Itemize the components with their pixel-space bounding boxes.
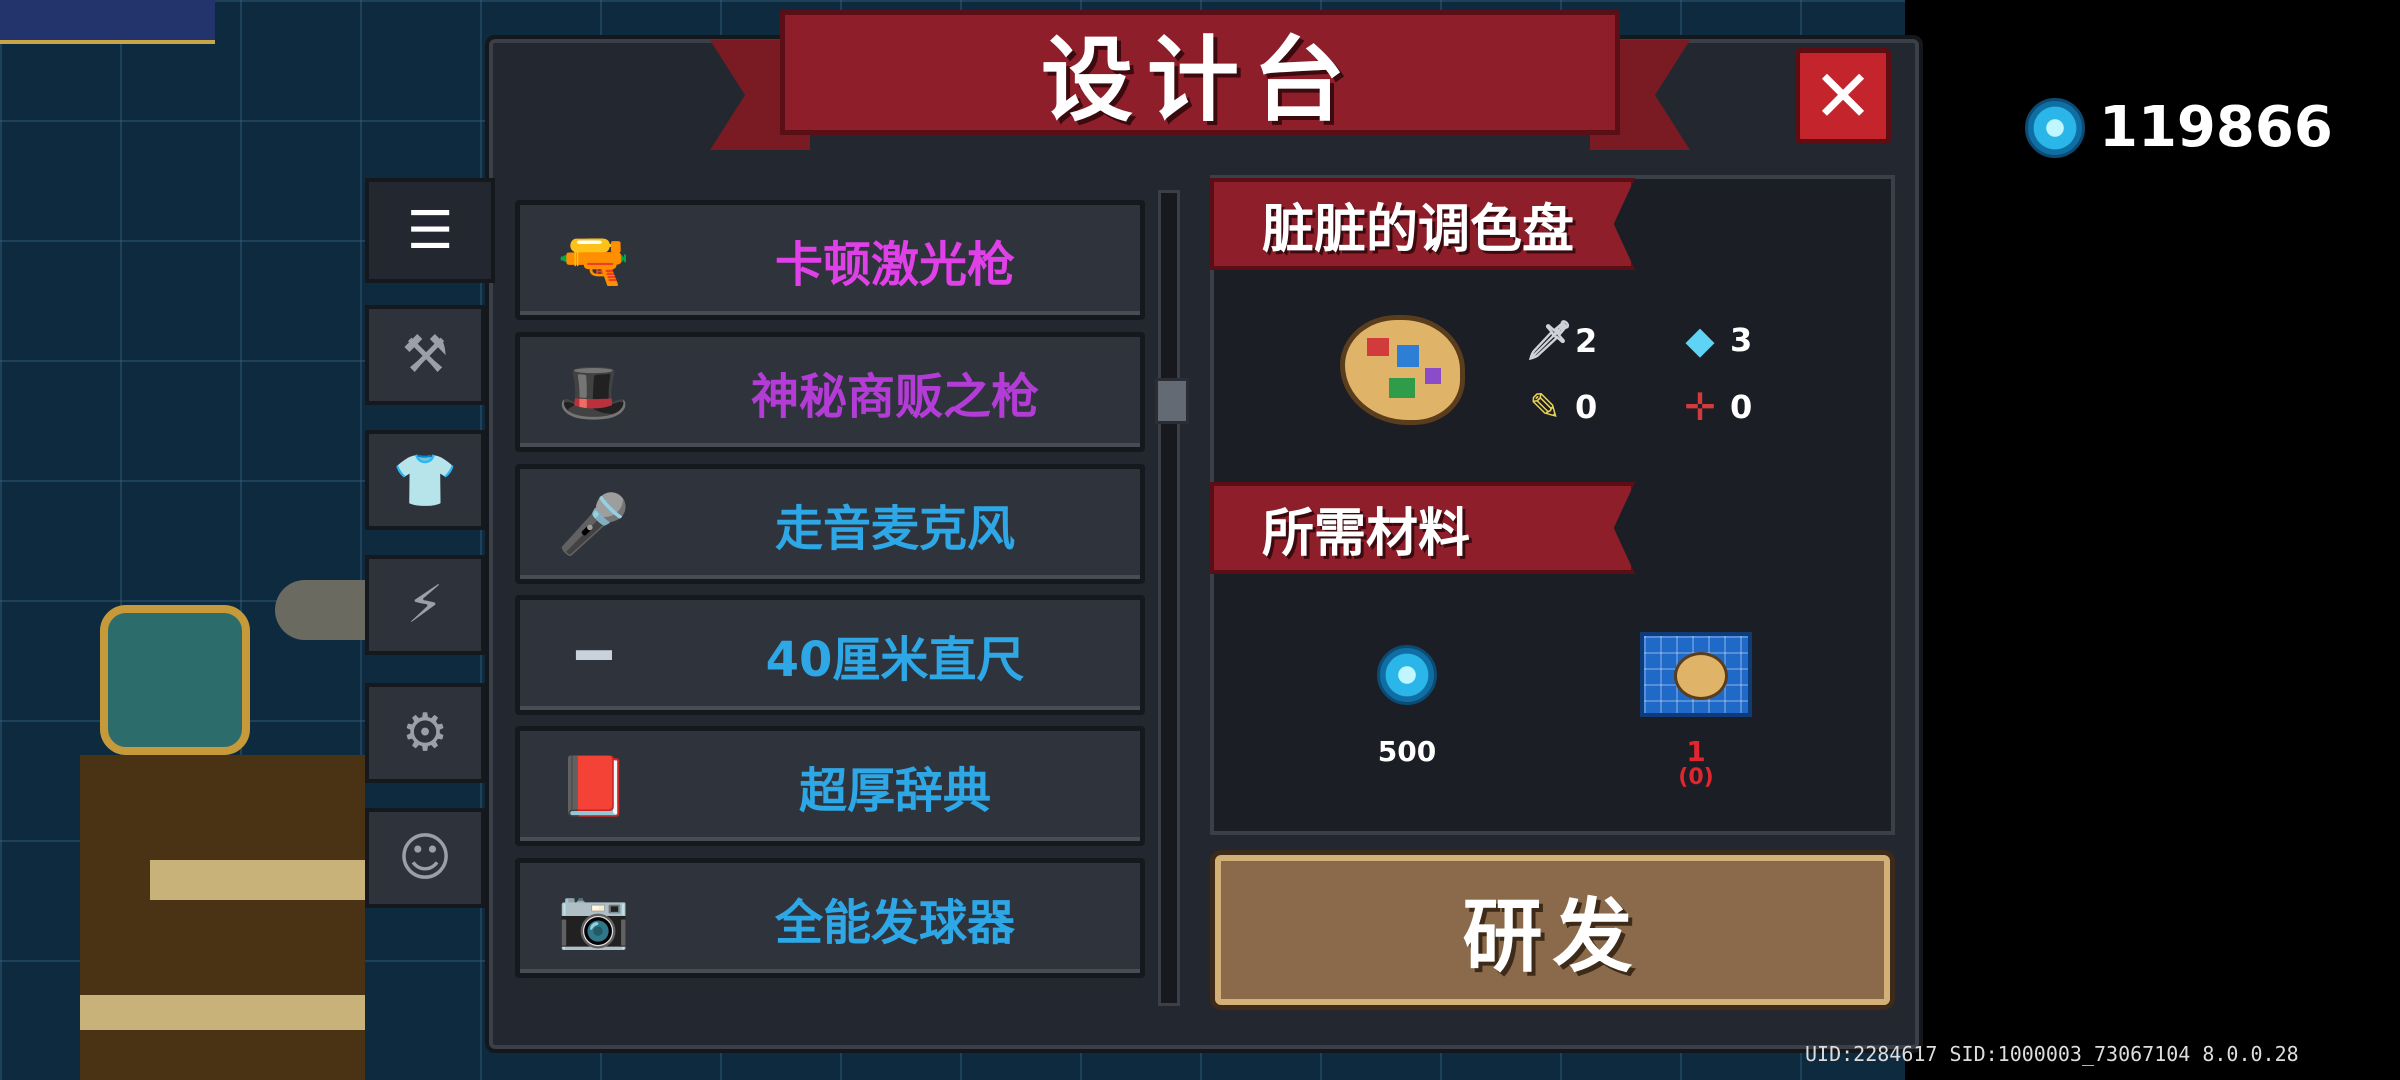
item-name: 40厘米直尺 [765, 632, 1025, 688]
detail-item-name: 脏脏的调色盘 [1262, 199, 1575, 260]
tab-list[interactable]: ☰ [365, 178, 495, 283]
list-icon: ☰ [406, 200, 454, 261]
tab-pets[interactable]: ⚙ [365, 683, 485, 783]
skill-lightning-icon: ⚡ [406, 575, 444, 635]
merchant-gun-icon: 🎩 [557, 357, 631, 426]
character-icon: ☺ [397, 828, 453, 888]
gold-trim-lower [80, 995, 365, 1030]
material-blueprint-owned: (0) [1678, 765, 1714, 790]
close-icon: ✕ [1812, 54, 1874, 138]
tab-weapons[interactable]: ⚒ [365, 305, 485, 405]
research-label: 研发 [1462, 890, 1643, 983]
palette-blueprint-icon [1640, 632, 1752, 717]
ball-launcher-icon: 📷 [557, 883, 631, 952]
blueprint-list[interactable]: 🔫 卡顿激光枪 🎩 神秘商贩之枪 🎤 走音麦克风 ━ 40厘米直尺 📕 超厚辞典… [505, 185, 1185, 1000]
critical-value: 0 [1575, 388, 1598, 426]
weapon-icon: ⚒ [401, 325, 449, 385]
blue-gem-icon [2025, 97, 2085, 158]
accuracy-value: 0 [1730, 388, 1753, 426]
blueprint-palette-shape [1674, 652, 1728, 700]
stat-energy-cost: ◆ 3 [1680, 318, 1752, 362]
list-item[interactable]: 🔫 卡顿激光枪 [515, 200, 1145, 320]
energy-cost-icon: ◆ [1685, 318, 1715, 362]
attack-value: 2 [1575, 321, 1598, 360]
banner-body: 设计台 [780, 10, 1620, 135]
gashapon-machine [100, 605, 250, 755]
energy-cost-value: 3 [1730, 321, 1753, 359]
close-button[interactable]: ✕ [1795, 48, 1891, 144]
currency-value: 119866 [2099, 95, 2333, 160]
page-title: 设计台 [1040, 27, 1359, 134]
list-item[interactable]: ━ 40厘米直尺 [515, 595, 1145, 715]
material-gem-amount: 500 [1377, 735, 1437, 768]
item-name: 全能发球器 [774, 895, 1015, 951]
critical-icon: ✎ [1529, 385, 1561, 429]
paint-green [1389, 378, 1415, 398]
list-item[interactable]: 📕 超厚辞典 [515, 726, 1145, 846]
tab-skills[interactable]: ⚡ [365, 555, 485, 655]
materials-banner: 所需材料 [1210, 482, 1635, 574]
paint-red [1367, 338, 1389, 356]
material-blueprint-amount: 1 [1686, 735, 1706, 768]
currency-display: 119866 [2025, 95, 2333, 160]
pet-icon: ⚙ [401, 703, 449, 763]
list-item[interactable]: 🎤 走音麦克风 [515, 464, 1145, 584]
stat-attack: 🗡 2 [1525, 318, 1597, 363]
item-name: 超厚辞典 [798, 763, 991, 819]
scroll-thumb[interactable] [1155, 378, 1189, 424]
floor-decoration [0, 0, 215, 44]
list-item[interactable]: 📷 全能发球器 [515, 858, 1145, 978]
gold-trim [150, 860, 365, 900]
item-name: 走音麦克风 [774, 501, 1015, 557]
microphone-icon: 🎤 [557, 489, 631, 558]
tab-armor[interactable]: 👕 [365, 430, 485, 530]
stone-pillar [275, 580, 365, 640]
uid-text: UID:2284617 SID:1000003_73067104 8.0.0.2… [1805, 1042, 2299, 1066]
armor-icon: 👕 [392, 450, 458, 511]
ruler-icon: ━ [576, 621, 612, 689]
paint-blue [1397, 345, 1419, 367]
accuracy-icon: ✛ [1684, 385, 1716, 429]
item-name: 卡顿激光枪 [774, 237, 1015, 293]
dictionary-icon: 📕 [557, 751, 631, 820]
research-button[interactable]: 研发 [1215, 855, 1890, 1005]
list-item[interactable]: 🎩 神秘商贩之枪 [515, 332, 1145, 452]
item-name-banner: 脏脏的调色盘 [1210, 178, 1635, 270]
tab-characters[interactable]: ☺ [365, 808, 485, 908]
stat-accuracy: ✛ 0 [1680, 385, 1752, 429]
attack-icon: 🗡 [1525, 318, 1574, 362]
item-name: 神秘商贩之枪 [750, 369, 1039, 425]
title-banner: 设计台 [710, 10, 1690, 150]
blue-gem-icon [1377, 645, 1437, 705]
list-scrollbar[interactable] [1155, 190, 1189, 1006]
materials-title: 所需材料 [1262, 503, 1471, 564]
stat-critical: ✎ 0 [1525, 385, 1597, 429]
laser-gun-icon: 🔫 [557, 225, 631, 294]
wooden-crate [80, 755, 365, 1080]
paint-purple [1425, 368, 1441, 384]
